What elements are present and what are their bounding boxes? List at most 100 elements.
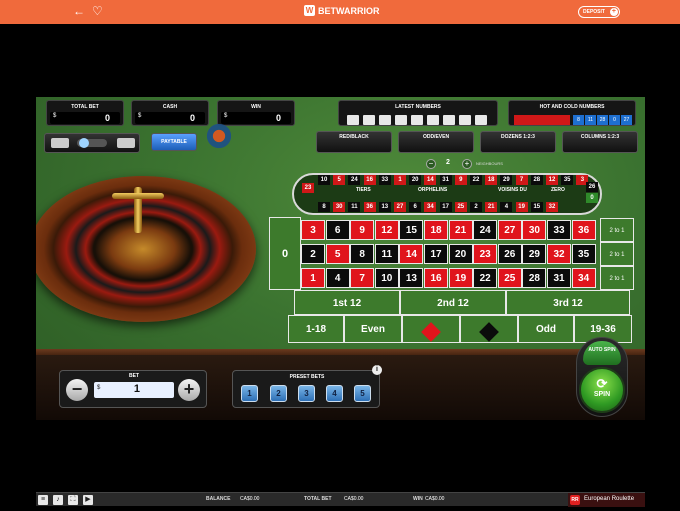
racetrack-number-2[interactable]: 2 — [470, 202, 482, 212]
info-icon[interactable]: i — [372, 365, 382, 375]
column-bet-top[interactable]: 2 to 1 — [600, 218, 634, 242]
bet-number-4[interactable]: 4 — [325, 268, 350, 288]
column-bet-middle[interactable]: 2 to 1 — [600, 242, 634, 266]
bet-zero[interactable]: 0 — [269, 217, 301, 290]
bet-number-5[interactable]: 5 — [325, 244, 350, 264]
racetrack-number-10[interactable]: 10 — [318, 175, 330, 185]
bet-number-24[interactable]: 24 — [473, 220, 498, 240]
racetrack-number-27[interactable]: 27 — [394, 202, 406, 212]
racetrack-number-32[interactable]: 32 — [546, 202, 558, 212]
bet-number-28[interactable]: 28 — [522, 268, 547, 288]
racetrack-number-35[interactable]: 35 — [561, 175, 574, 185]
racetrack-number-15[interactable]: 15 — [530, 202, 543, 212]
racetrack-number-4[interactable]: 4 — [500, 202, 513, 212]
bet-number-32[interactable]: 32 — [547, 244, 571, 264]
dozen-1st[interactable]: 1st 12 — [294, 290, 400, 315]
bet-number-15[interactable]: 15 — [399, 220, 424, 240]
dozens-button[interactable]: DOZENS 1:2:3 — [480, 131, 556, 153]
racetrack-number-0[interactable]: 0 — [586, 193, 598, 203]
preset-bet-4[interactable]: 4 — [326, 385, 343, 402]
bet-number-27[interactable]: 27 — [497, 220, 522, 240]
neighbours-plus-button[interactable]: + — [462, 159, 472, 169]
racetrack-number-22[interactable]: 22 — [470, 175, 482, 185]
racetrack-number-34[interactable]: 34 — [424, 202, 437, 212]
bet-number-12[interactable]: 12 — [374, 220, 399, 240]
bet-amount-field[interactable]: $ 1 — [94, 382, 174, 398]
bet-number-34[interactable]: 34 — [571, 268, 596, 288]
racetrack-number-12[interactable]: 12 — [546, 175, 558, 185]
bet-number-11[interactable]: 11 — [374, 244, 399, 264]
racetrack-number-30[interactable]: 30 — [333, 202, 346, 212]
racetrack-number-33[interactable]: 33 — [378, 175, 391, 185]
deposit-button[interactable]: DEPOSIT + — [578, 6, 620, 18]
racetrack-number-24[interactable]: 24 — [348, 175, 361, 185]
bet-number-10[interactable]: 10 — [374, 268, 399, 288]
bet-number-3[interactable]: 3 — [301, 220, 325, 240]
racetrack-number-14[interactable]: 14 — [424, 175, 437, 185]
racetrack-number-5[interactable]: 5 — [333, 175, 346, 185]
column-bet-bottom[interactable]: 2 to 1 — [600, 266, 634, 290]
bet-number-26[interactable]: 26 — [497, 244, 522, 264]
fullscreen-icon[interactable]: ⛶ — [68, 495, 78, 505]
bet-number-8[interactable]: 8 — [350, 244, 375, 264]
racetrack-number-9[interactable]: 9 — [454, 175, 467, 185]
heart-icon[interactable]: ♡ — [92, 4, 103, 18]
bet-number-9[interactable]: 9 — [350, 220, 375, 240]
bet-even[interactable]: Even — [344, 315, 402, 343]
bet-1-18[interactable]: 1-18 — [288, 315, 344, 343]
racetrack-number-28[interactable]: 28 — [530, 175, 543, 185]
racetrack-number-8[interactable]: 8 — [318, 202, 330, 212]
bet-number-1[interactable]: 1 — [301, 268, 325, 288]
decrease-bet-button[interactable]: − — [66, 379, 88, 401]
preset-bet-3[interactable]: 3 — [298, 385, 315, 402]
bet-number-33[interactable]: 33 — [547, 220, 571, 240]
bet-number-16[interactable]: 16 — [424, 268, 448, 288]
racetrack-number-13[interactable]: 13 — [378, 202, 391, 212]
racetrack-number-36[interactable]: 36 — [363, 202, 376, 212]
racetrack-voisins[interactable]: VOISINS DU — [498, 187, 527, 193]
bet-number-18[interactable]: 18 — [424, 220, 448, 240]
racetrack-number-26[interactable]: 26 — [586, 182, 598, 192]
bet-number-36[interactable]: 36 — [571, 220, 596, 240]
bet-number-30[interactable]: 30 — [522, 220, 547, 240]
racetrack-number-29[interactable]: 29 — [500, 175, 513, 185]
play-icon[interactable]: ▶ — [83, 495, 93, 505]
bet-number-17[interactable]: 17 — [424, 244, 448, 264]
bet-number-25[interactable]: 25 — [497, 268, 522, 288]
bet-number-6[interactable]: 6 — [325, 220, 350, 240]
racetrack-number-18[interactable]: 18 — [485, 175, 498, 185]
bet-number-19[interactable]: 19 — [448, 268, 473, 288]
racetrack-number-1[interactable]: 1 — [394, 175, 406, 185]
bet-number-13[interactable]: 13 — [399, 268, 424, 288]
columns-button[interactable]: COLUMNS 1:2:3 — [562, 131, 638, 153]
racetrack-number-19[interactable]: 19 — [515, 202, 528, 212]
bet-number-35[interactable]: 35 — [571, 244, 596, 264]
bet-number-7[interactable]: 7 — [350, 268, 375, 288]
sound-icon[interactable]: ♪ — [53, 495, 63, 505]
bet-number-23[interactable]: 23 — [473, 244, 498, 264]
bet-number-21[interactable]: 21 — [448, 220, 473, 240]
racetrack-number-20[interactable]: 20 — [409, 175, 422, 185]
racetrack-number-17[interactable]: 17 — [439, 202, 452, 212]
racetrack-tiers[interactable]: TIERS — [356, 187, 371, 193]
preset-bet-5[interactable]: 5 — [354, 385, 371, 402]
neighbours-minus-button[interactable]: − — [426, 159, 436, 169]
preset-bet-2[interactable]: 2 — [270, 385, 287, 402]
racetrack-zero[interactable]: ZERO — [551, 187, 565, 193]
paytable-button[interactable]: PAYTABLE — [151, 133, 197, 151]
bet-number-22[interactable]: 22 — [473, 268, 498, 288]
bet-number-2[interactable]: 2 — [301, 244, 325, 264]
spin-button[interactable]: ⟳ SPIN — [579, 367, 625, 413]
racetrack-number-21[interactable]: 21 — [485, 202, 498, 212]
dozen-3rd[interactable]: 3rd 12 — [506, 290, 630, 315]
red-black-button[interactable]: RED/BLACK — [316, 131, 392, 153]
back-arrow-icon[interactable]: ← — [73, 4, 85, 18]
racetrack-orphelins[interactable]: ORPHELINS — [418, 187, 447, 193]
bet-number-14[interactable]: 14 — [399, 244, 424, 264]
odd-even-button[interactable]: ODD/EVEN — [398, 131, 474, 153]
chip-view-toggle[interactable] — [44, 133, 140, 153]
dozen-2nd[interactable]: 2nd 12 — [400, 290, 506, 315]
bet-number-29[interactable]: 29 — [522, 244, 547, 264]
bet-odd[interactable]: Odd — [518, 315, 574, 343]
increase-bet-button[interactable]: + — [178, 379, 200, 401]
